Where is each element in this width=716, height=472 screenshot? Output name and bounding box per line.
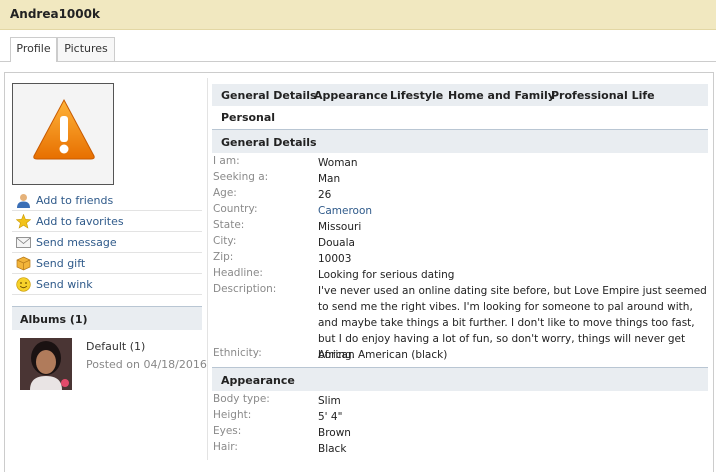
gift-icon bbox=[16, 256, 31, 271]
nav-general-details[interactable]: General Details bbox=[221, 89, 317, 102]
album-posted-date: Posted on 04/18/2016 bbox=[86, 358, 207, 371]
field-label: State: bbox=[213, 219, 245, 231]
add-to-favorites-label: Add to favorites bbox=[36, 215, 124, 228]
appearance-heading-text: Appearance bbox=[221, 374, 295, 387]
field-label: Seeking a: bbox=[213, 171, 269, 183]
field-label: City: bbox=[213, 235, 237, 247]
albums-heading-text: Albums (1) bbox=[20, 313, 88, 326]
person-icon bbox=[17, 194, 30, 208]
send-wink-label: Send wink bbox=[36, 278, 93, 291]
field-label: Body type: bbox=[213, 393, 270, 405]
profile-username: Andrea1000k bbox=[10, 7, 100, 21]
field-label: Country: bbox=[213, 203, 258, 215]
tab-profile[interactable]: Profile bbox=[10, 37, 57, 62]
field-label: I am: bbox=[213, 155, 240, 167]
field-value: 26 bbox=[318, 189, 332, 201]
column-divider bbox=[207, 78, 208, 460]
field-label: Description: bbox=[213, 283, 277, 295]
nav-appearance[interactable]: Appearance bbox=[314, 89, 388, 102]
send-message-label: Send message bbox=[36, 236, 117, 249]
tab-underline bbox=[0, 61, 716, 62]
profile-section-nav: General Details Appearance Lifestyle Hom… bbox=[212, 84, 708, 106]
add-to-favorites-link[interactable]: Add to favorites bbox=[12, 211, 202, 232]
field-value: 10003 bbox=[318, 253, 352, 265]
warning-icon bbox=[33, 98, 95, 160]
smiley-icon bbox=[16, 277, 31, 292]
field-label: Hair: bbox=[213, 441, 238, 453]
field-value: Black bbox=[318, 443, 347, 455]
profile-photo[interactable] bbox=[12, 83, 114, 185]
nav-professional-life[interactable]: Professional Life bbox=[551, 89, 655, 102]
send-message-link[interactable]: Send message bbox=[12, 232, 202, 253]
album-title-link[interactable]: Default (1) bbox=[86, 340, 145, 353]
country-link[interactable]: Cameroon bbox=[318, 203, 713, 219]
send-gift-label: Send gift bbox=[36, 257, 86, 270]
appearance-heading: Appearance bbox=[212, 367, 708, 391]
envelope-icon bbox=[16, 237, 31, 248]
field-value: Brown bbox=[318, 427, 351, 439]
profile-tabs: Profile Pictures bbox=[0, 30, 716, 62]
nav-home-and-family[interactable]: Home and Family bbox=[448, 89, 555, 102]
field-value: African American (black) bbox=[318, 349, 448, 361]
general-details-heading-text: General Details bbox=[221, 136, 317, 149]
field-label: Eyes: bbox=[213, 425, 242, 437]
tab-pictures[interactable]: Pictures bbox=[57, 37, 115, 62]
star-icon bbox=[16, 214, 31, 229]
add-to-friends-label: Add to friends bbox=[36, 194, 114, 207]
albums-heading: Albums (1) bbox=[12, 306, 202, 330]
field-label: Ethnicity: bbox=[213, 347, 262, 359]
field-value: Douala bbox=[318, 237, 355, 249]
send-wink-link[interactable]: Send wink bbox=[12, 274, 202, 295]
album-thumbnail[interactable] bbox=[20, 338, 72, 390]
nav-lifestyle[interactable]: Lifestyle bbox=[390, 89, 443, 102]
field-label: Headline: bbox=[213, 267, 263, 279]
field-value: Slim bbox=[318, 395, 341, 407]
field-label: Height: bbox=[213, 409, 252, 421]
field-value: Woman bbox=[318, 157, 358, 169]
profile-header: Andrea1000k bbox=[0, 0, 716, 30]
field-value: Man bbox=[318, 173, 341, 185]
general-details-heading: General Details bbox=[212, 129, 708, 153]
nav-personal[interactable]: Personal bbox=[221, 111, 275, 124]
field-label: Age: bbox=[213, 187, 237, 199]
field-value: Missouri bbox=[318, 221, 362, 233]
field-value: 5' 4" bbox=[318, 411, 343, 423]
field-value: Looking for serious dating bbox=[318, 269, 455, 281]
add-to-friends-link[interactable]: Add to friends bbox=[12, 190, 202, 211]
album-cover-image bbox=[20, 338, 72, 390]
field-label: Zip: bbox=[213, 251, 234, 263]
send-gift-link[interactable]: Send gift bbox=[12, 253, 202, 274]
